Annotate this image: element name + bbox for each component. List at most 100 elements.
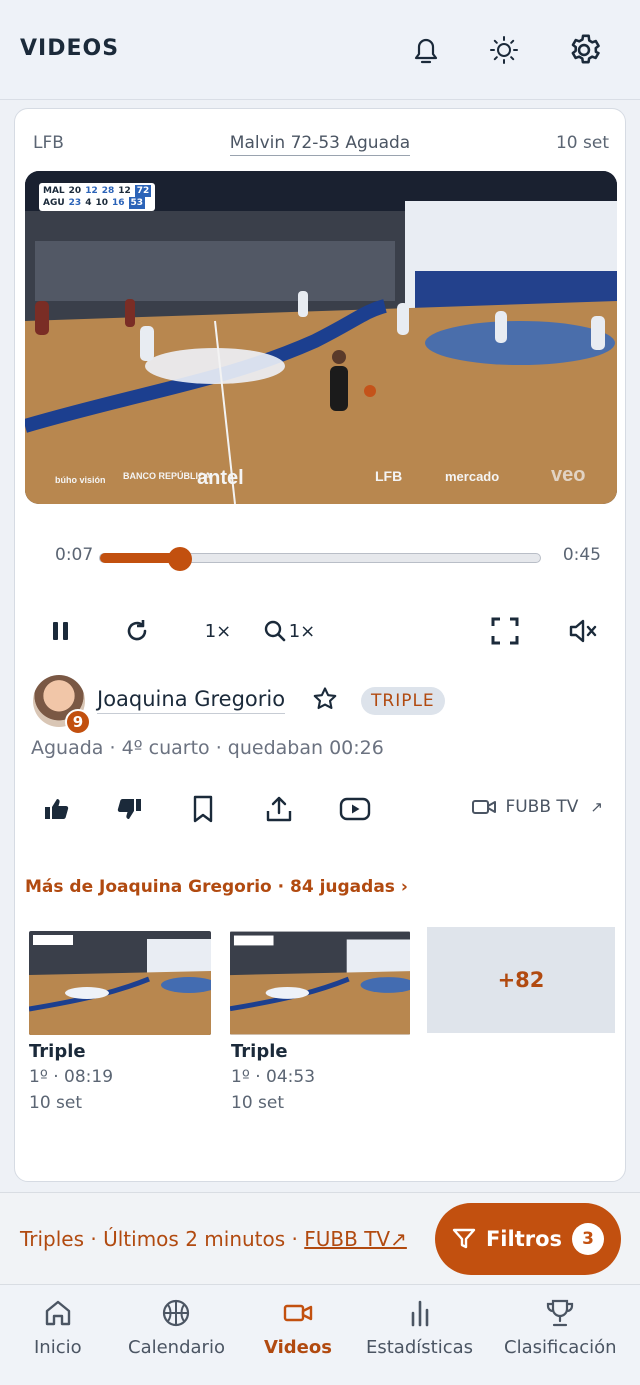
notifications-button[interactable] — [406, 30, 446, 70]
related-play-date-1: 10 set — [29, 1093, 83, 1113]
filter-icon — [452, 1228, 476, 1249]
nav-label-estadisticas: Estadísticas — [366, 1337, 474, 1358]
play-context: Aguada · 4º cuarto · quedaban 00:26 — [31, 737, 384, 759]
away-code: AGU — [43, 198, 65, 208]
basketball-icon — [163, 1299, 190, 1327]
bookmark-button[interactable] — [185, 789, 221, 829]
like-button[interactable] — [39, 789, 75, 829]
share-button[interactable] — [261, 789, 297, 829]
video-frame: búho visión BANCO REPÚBLICA antel LFB me… — [25, 171, 617, 504]
current-time: 0:07 — [55, 545, 94, 565]
player-name-link[interactable]: Joaquina Gregorio — [97, 687, 286, 714]
sponsor-4: LFB — [375, 468, 402, 484]
fullscreen-button[interactable] — [487, 611, 523, 651]
related-play-date-2: 10 set — [231, 1093, 285, 1113]
pause-button[interactable] — [45, 611, 77, 651]
filters-button[interactable]: Filtros 3 — [435, 1203, 621, 1275]
scoreboard-home: MAL 20 12 28 12 72 — [43, 185, 152, 197]
progress-track[interactable] — [99, 547, 541, 571]
nav-item-estadisticas[interactable]: Estadísticas — [366, 1297, 473, 1358]
gear-icon — [571, 34, 600, 64]
replay-icon — [127, 620, 147, 641]
away-q1: 23 — [68, 198, 82, 208]
share-icon — [266, 796, 292, 822]
play-type-badge: TRIPLE — [361, 687, 445, 715]
related-play-time-1: 1º · 08:19 — [29, 1067, 114, 1087]
app-header: VIDEOS — [0, 0, 640, 100]
sponsor-1: búho visión — [55, 475, 106, 485]
home-q1: 20 — [68, 186, 82, 196]
home-code: MAL — [43, 186, 65, 196]
home-icon — [45, 1300, 71, 1326]
nav-item-clasificacion[interactable]: Clasificación — [504, 1297, 617, 1358]
zoom-button[interactable]: 1× — [259, 611, 319, 651]
bottom-navigation: Inicio Calendario Videos Estadísticas Cl… — [0, 1284, 640, 1385]
bookmark-icon — [193, 795, 213, 823]
bell-icon — [414, 38, 438, 64]
away-q4: 16 — [112, 198, 125, 208]
thumbnail-image — [230, 931, 410, 1035]
dislike-button[interactable] — [111, 789, 147, 829]
progress-handle[interactable] — [168, 547, 192, 571]
nav-label-inicio: Inicio — [34, 1337, 82, 1358]
video-player[interactable]: búho visión BANCO REPÚBLICA antel LFB me… — [25, 171, 617, 504]
video-card: LFB Malvin 72-53 Aguada 10 set búho visi… — [14, 108, 626, 1182]
filter-source-link[interactable]: FUBB TV↗ — [304, 1227, 407, 1251]
match-label: Malvin 72-53 Aguada — [229, 133, 411, 156]
related-play-title-2: Triple — [231, 1041, 288, 1062]
camera-icon — [472, 800, 497, 814]
volume-muted-icon — [569, 619, 597, 643]
nav-label-calendario: Calendario — [128, 1337, 225, 1358]
source-link[interactable]: FUBB TV ↗ — [471, 797, 603, 817]
more-plays-link[interactable]: Más de Joaquina Gregorio · 84 jugadas › — [25, 877, 408, 897]
scoreboard: MAL 20 12 28 12 72 AGU 23 4 10 16 53 — [39, 183, 156, 211]
speed-button[interactable]: 1× — [195, 611, 241, 651]
filter-summary-text: Triples · Últimos 2 minutos · — [20, 1227, 305, 1251]
playback-controls: 1× 1× — [15, 611, 627, 651]
player-number-badge: 9 — [65, 709, 91, 735]
sponsor-5: mercado — [445, 469, 499, 484]
match-link[interactable]: Malvin 72-53 Aguada — [15, 133, 625, 156]
nav-label-clasificacion: Clasificación — [504, 1337, 617, 1358]
page-title: VIDEOS — [20, 36, 120, 61]
nav-item-inicio[interactable]: Inicio — [34, 1297, 82, 1358]
progress-bar[interactable]: 0:07 0:45 — [55, 541, 601, 571]
filters-count-badge: 3 — [572, 1223, 605, 1255]
youtube-button[interactable] — [335, 789, 375, 829]
related-play-thumbnail-2[interactable] — [230, 931, 410, 1035]
video-icon — [283, 1304, 313, 1322]
scoreboard-away: AGU 23 4 10 16 53 — [43, 197, 151, 209]
nav-item-calendario[interactable]: Calendario — [128, 1297, 225, 1358]
settings-button[interactable] — [564, 30, 604, 70]
more-plays-tile[interactable]: +82 — [427, 927, 615, 1033]
filters-label: Filtros — [485, 1227, 563, 1251]
away-q2: 4 — [85, 198, 92, 208]
theme-toggle-button[interactable] — [484, 30, 524, 70]
home-q4: 12 — [118, 186, 131, 196]
related-play-thumbnail-1[interactable] — [29, 931, 211, 1035]
nav-item-videos[interactable]: Videos — [264, 1297, 332, 1358]
thumbnail-image — [29, 931, 211, 1035]
home-total: 72 — [134, 185, 152, 197]
related-play-time-2: 1º · 04:53 — [231, 1067, 316, 1087]
away-q3: 10 — [95, 198, 108, 208]
player-info: 9 Joaquina Gregorio TRIPLE — [31, 675, 611, 735]
action-bar: FUBB TV ↗ — [15, 789, 627, 829]
star-icon — [313, 687, 337, 710]
replay-button[interactable] — [119, 611, 155, 651]
home-q3: 28 — [101, 186, 115, 196]
mute-button[interactable] — [563, 611, 603, 651]
fullscreen-icon — [491, 617, 519, 645]
speed-label: 1× — [204, 620, 232, 642]
sponsor-6: veo — [551, 464, 585, 486]
filter-summary-bar: Triples · Últimos 2 minutos · FUBB TV↗ F… — [0, 1192, 640, 1284]
bar-chart-icon — [411, 1300, 428, 1327]
source-label: FUBB TV — [505, 797, 579, 817]
filter-summary: Triples · Últimos 2 minutos · FUBB TV↗ — [20, 1227, 407, 1251]
thumbs-down-icon — [117, 799, 141, 819]
zoom-label: 1× — [288, 620, 316, 642]
sun-icon — [490, 36, 518, 64]
date-label: 10 set — [555, 133, 609, 153]
favorite-button[interactable] — [311, 685, 339, 713]
zoom-icon — [264, 620, 286, 642]
